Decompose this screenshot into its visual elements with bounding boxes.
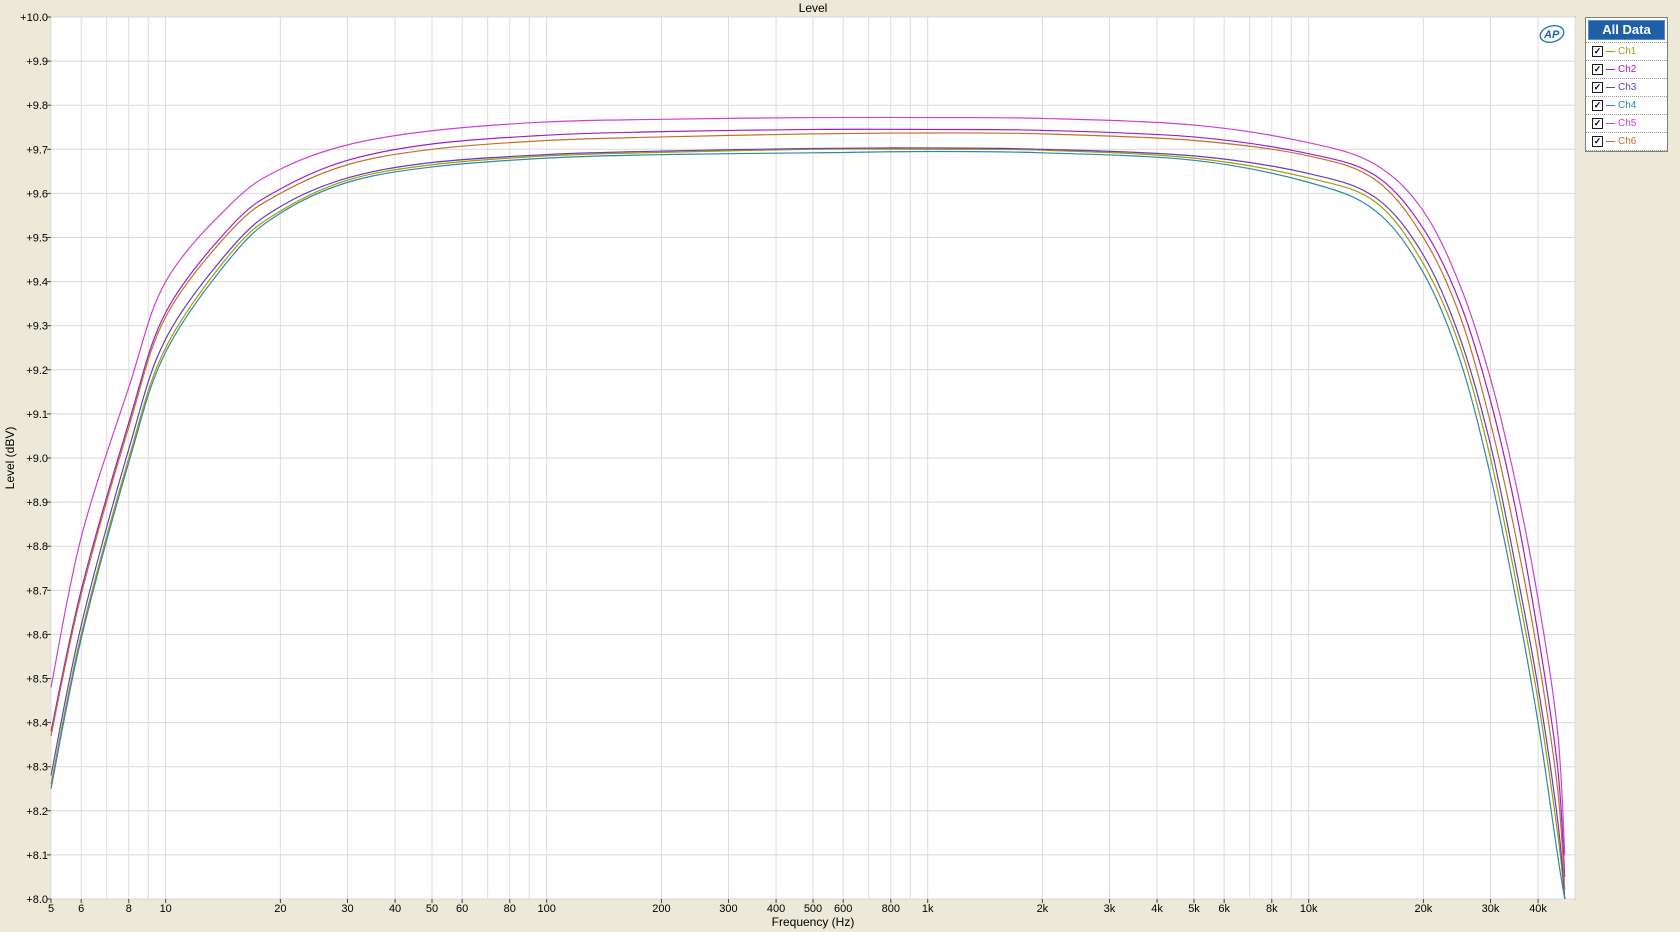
- x-tick-label: 8: [126, 903, 132, 915]
- x-tick-label: 5: [48, 903, 54, 915]
- x-tick-label: 10k: [1300, 903, 1318, 915]
- legend-item-ch1[interactable]: ✓ Ch1: [1586, 42, 1667, 60]
- y-tick-label: +8.8: [26, 541, 48, 553]
- legend-swatch: [1606, 123, 1615, 124]
- legend-label: Ch4: [1618, 99, 1637, 111]
- svg-text:AP: AP: [1543, 29, 1560, 41]
- legend-checkbox[interactable]: ✓: [1592, 100, 1603, 111]
- y-tick-label: +8.3: [26, 762, 48, 774]
- legend-panel: All Data ✓ Ch1 ✓ Ch2 ✓ Ch3 ✓ Ch4 ✓ Ch5 ✓ Ch6: [1585, 17, 1668, 152]
- legend-swatch: [1606, 51, 1615, 52]
- x-tick-label: 200: [652, 903, 670, 915]
- chart-title: Level: [799, 1, 828, 15]
- legend-label: Ch2: [1618, 63, 1637, 75]
- legend-swatch: [1606, 141, 1615, 142]
- y-tick-label: +9.1: [26, 409, 48, 421]
- y-tick-label: +9.0: [26, 453, 48, 465]
- y-tick-label: +9.4: [26, 277, 48, 289]
- x-tick-label: 20: [274, 903, 286, 915]
- x-tick-label: 50: [426, 903, 438, 915]
- legend-checkbox[interactable]: ✓: [1592, 82, 1603, 93]
- x-tick-label: 800: [882, 903, 900, 915]
- legend-label: Ch6: [1618, 135, 1637, 147]
- x-tick-label: 60: [456, 903, 468, 915]
- legend-swatch: [1606, 87, 1615, 88]
- y-tick-label: +9.3: [26, 321, 48, 333]
- y-axis-ticks: +8.0 +8.1 +8.2 +8.3 +8.4 +8.5 +8.6 +8.7 +8.8 +8.9…: [20, 12, 51, 906]
- legend-label: Ch5: [1618, 117, 1637, 129]
- y-tick-label: +8.6: [26, 629, 48, 641]
- y-tick-label: +8.2: [26, 806, 48, 818]
- legend-checkbox[interactable]: ✓: [1592, 118, 1603, 129]
- y-tick-label: +8.1: [26, 850, 48, 862]
- x-tick-label: 400: [767, 903, 785, 915]
- x-tick-label: 300: [719, 903, 737, 915]
- legend-item-ch3[interactable]: ✓ Ch3: [1586, 78, 1667, 96]
- legend-label: Ch1: [1618, 45, 1637, 57]
- y-tick-label: +9.2: [26, 365, 48, 377]
- x-tick-label: 2k: [1037, 903, 1049, 915]
- x-tick-label: 100: [538, 903, 556, 915]
- x-tick-label: 40: [389, 903, 401, 915]
- legend-item-ch5[interactable]: ✓ Ch5: [1586, 114, 1667, 132]
- legend-swatch: [1606, 69, 1615, 70]
- y-tick-label: +8.9: [26, 497, 48, 509]
- x-tick-label: 4k: [1151, 903, 1163, 915]
- legend-item-ch4[interactable]: ✓ Ch4: [1586, 96, 1667, 114]
- x-tick-label: 8k: [1266, 903, 1278, 915]
- level-chart: Level 5 6 8 10 20 30 40 50 60 80 100 200 300 400 500 60…: [3, 1, 1576, 929]
- y-tick-label: +8.7: [26, 585, 48, 597]
- x-tick-label: 6: [78, 903, 84, 915]
- y-axis-title: Level (dBV): [3, 427, 17, 490]
- x-tick-label: 20k: [1415, 903, 1433, 915]
- legend-item-ch2[interactable]: ✓ Ch2: [1586, 60, 1667, 78]
- legend-item-ch6[interactable]: ✓ Ch6: [1586, 132, 1667, 151]
- legend-label: Ch3: [1618, 81, 1637, 93]
- y-tick-label: +9.9: [26, 56, 48, 68]
- x-tick-label: 600: [834, 903, 852, 915]
- x-tick-label: 3k: [1104, 903, 1116, 915]
- y-tick-label: +8.0: [26, 894, 48, 906]
- x-tick-label: 80: [504, 903, 516, 915]
- x-tick-label: 10: [160, 903, 172, 915]
- y-tick-label: +9.7: [26, 144, 48, 156]
- x-tick-label: 1k: [922, 903, 934, 915]
- y-tick-label: +9.5: [26, 233, 48, 245]
- x-axis-title: Frequency (Hz): [772, 915, 855, 929]
- y-tick-label: +10.0: [20, 12, 48, 24]
- legend-checkbox[interactable]: ✓: [1592, 46, 1603, 57]
- legend-checkbox[interactable]: ✓: [1592, 136, 1603, 147]
- legend-checkbox[interactable]: ✓: [1592, 64, 1603, 75]
- legend-swatch: [1606, 105, 1615, 106]
- x-tick-label: 5k: [1188, 903, 1200, 915]
- y-tick-label: +9.6: [26, 188, 48, 200]
- y-tick-label: +9.8: [26, 100, 48, 112]
- x-tick-label: 30k: [1482, 903, 1500, 915]
- y-tick-label: +8.5: [26, 674, 48, 686]
- x-tick-label: 500: [804, 903, 822, 915]
- x-tick-label: 40k: [1529, 903, 1547, 915]
- y-tick-label: +8.4: [26, 718, 48, 730]
- legend-list: ✓ Ch1 ✓ Ch2 ✓ Ch3 ✓ Ch4 ✓ Ch5 ✓ Ch6: [1586, 42, 1667, 151]
- legend-title-button[interactable]: All Data: [1588, 20, 1665, 40]
- x-tick-label: 30: [341, 903, 353, 915]
- ap-logo-icon: AP: [1538, 24, 1566, 44]
- x-tick-label: 6k: [1218, 903, 1230, 915]
- x-axis-ticks: 5 6 8 10 20 30 40 50 60 80 100 200 300 400 500 600 800 1k…: [48, 899, 1547, 915]
